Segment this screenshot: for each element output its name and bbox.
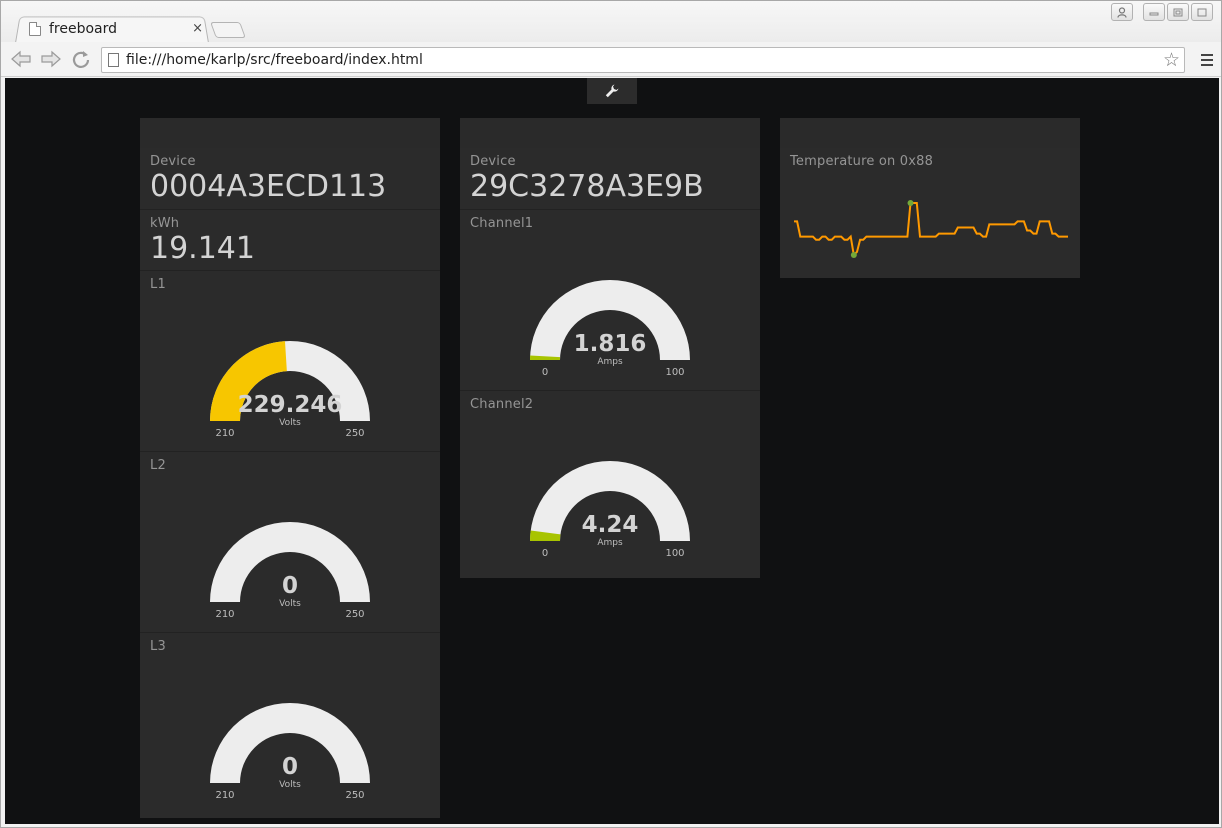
gauge-max-label: 250 [345, 609, 365, 620]
gauge-value: 229.246 [237, 392, 343, 418]
pane-header [780, 118, 1080, 148]
gauge-unit: Volts [279, 780, 301, 790]
kwh-value: 19.141 [150, 231, 255, 266]
gauge-value: 0 [281, 754, 298, 780]
gauge-min-label: 0 [541, 548, 549, 559]
close-window-icon[interactable] [1191, 3, 1213, 21]
pane-header [140, 118, 440, 148]
sparkline-widget: Temperature on 0x88 [780, 148, 1080, 278]
gauge-min-label: 0 [541, 367, 549, 378]
pane-header [460, 118, 760, 148]
tab-title: freeboard [49, 20, 118, 37]
sparkline-min-marker [850, 252, 857, 258]
gauge-min-label: 210 [215, 790, 235, 801]
gauge-unit: Volts [279, 599, 301, 609]
pane-device-1: Device 0004A3ECD113 kWh 19.141 L1 229.246… [140, 118, 440, 818]
minimize-icon[interactable] [1143, 3, 1165, 21]
tab-freeboard[interactable]: freeboard × [23, 15, 209, 42]
gauge-value: 0 [281, 573, 298, 599]
device-widget: Device 29C3278A3E9B [460, 148, 760, 209]
gauge-max-label: 250 [345, 790, 365, 801]
page-icon [29, 21, 41, 36]
back-icon[interactable] [9, 48, 33, 70]
gauge-unit: Amps [597, 538, 623, 548]
device-id-value: 0004A3ECD113 [150, 169, 387, 204]
gauge-min-label: 210 [215, 609, 235, 620]
star-icon[interactable]: ☆ [1163, 49, 1180, 71]
sparkline-line [794, 202, 1068, 258]
new-tab-button[interactable] [210, 22, 246, 38]
pane-temperature: Temperature on 0x88 [780, 118, 1080, 278]
widget-title: Device [150, 154, 196, 169]
gauge-unit: Volts [279, 418, 301, 428]
wrench-icon [605, 84, 619, 98]
reload-icon[interactable] [69, 48, 93, 70]
page-icon [108, 53, 119, 67]
tab-close-icon[interactable]: × [192, 21, 203, 36]
gauge-value: 4.24 [581, 512, 639, 538]
widget-title: Device [470, 154, 516, 169]
device-id-value: 29C3278A3E9B [470, 169, 704, 204]
gauge-max-label: 250 [345, 428, 365, 439]
gauge-value: 1.816 [573, 331, 647, 357]
maximize-icon[interactable] [1167, 3, 1189, 21]
gauge-widget-channel2: Channel2 4.24 Amps 0 100 [460, 390, 760, 578]
gauge-max-label: 100 [665, 367, 685, 378]
gauge-widget-l2: L2 0 Volts 210 250 [140, 451, 440, 632]
dashboard: Device 0004A3ECD113 kWh 19.141 L1 229.246… [5, 78, 1219, 824]
forward-icon[interactable] [39, 48, 63, 70]
sparkline-max-marker [907, 200, 914, 206]
tab-strip: freeboard × [1, 1, 1221, 43]
gauge-widget-l1: L1 229.246 Volts 210 250 [140, 270, 440, 451]
gauge-widget-channel1: Channel1 1.816 Amps 0 100 [460, 209, 760, 390]
menu-icon[interactable] [1201, 54, 1213, 69]
settings-button[interactable] [587, 78, 637, 104]
kwh-widget: kWh 19.141 [140, 209, 440, 270]
gauge-widget-l3: L3 0 Volts 210 250 [140, 632, 440, 818]
widget-title: kWh [150, 216, 180, 231]
device-widget: Device 0004A3ECD113 [140, 148, 440, 209]
window-controls [1111, 3, 1213, 21]
pane-device-2: Device 29C3278A3E9B Channel1 1.816 Amps 0 10… [460, 118, 760, 578]
browser-toolbar: file:///home/karlp/src/freeboard/index.h… [1, 42, 1221, 77]
gauge-min-label: 210 [215, 428, 235, 439]
url-text[interactable]: file:///home/karlp/src/freeboard/index.h… [126, 52, 423, 68]
user-icon[interactable] [1111, 3, 1133, 21]
address-bar[interactable]: file:///home/karlp/src/freeboard/index.h… [101, 47, 1185, 73]
gauge-unit: Amps [597, 357, 623, 367]
gauge-max-label: 100 [665, 548, 685, 559]
browser-window: freeboard × file:///home/karlp/src/freeb… [0, 0, 1222, 828]
temperature-sparkline [794, 200, 1068, 258]
